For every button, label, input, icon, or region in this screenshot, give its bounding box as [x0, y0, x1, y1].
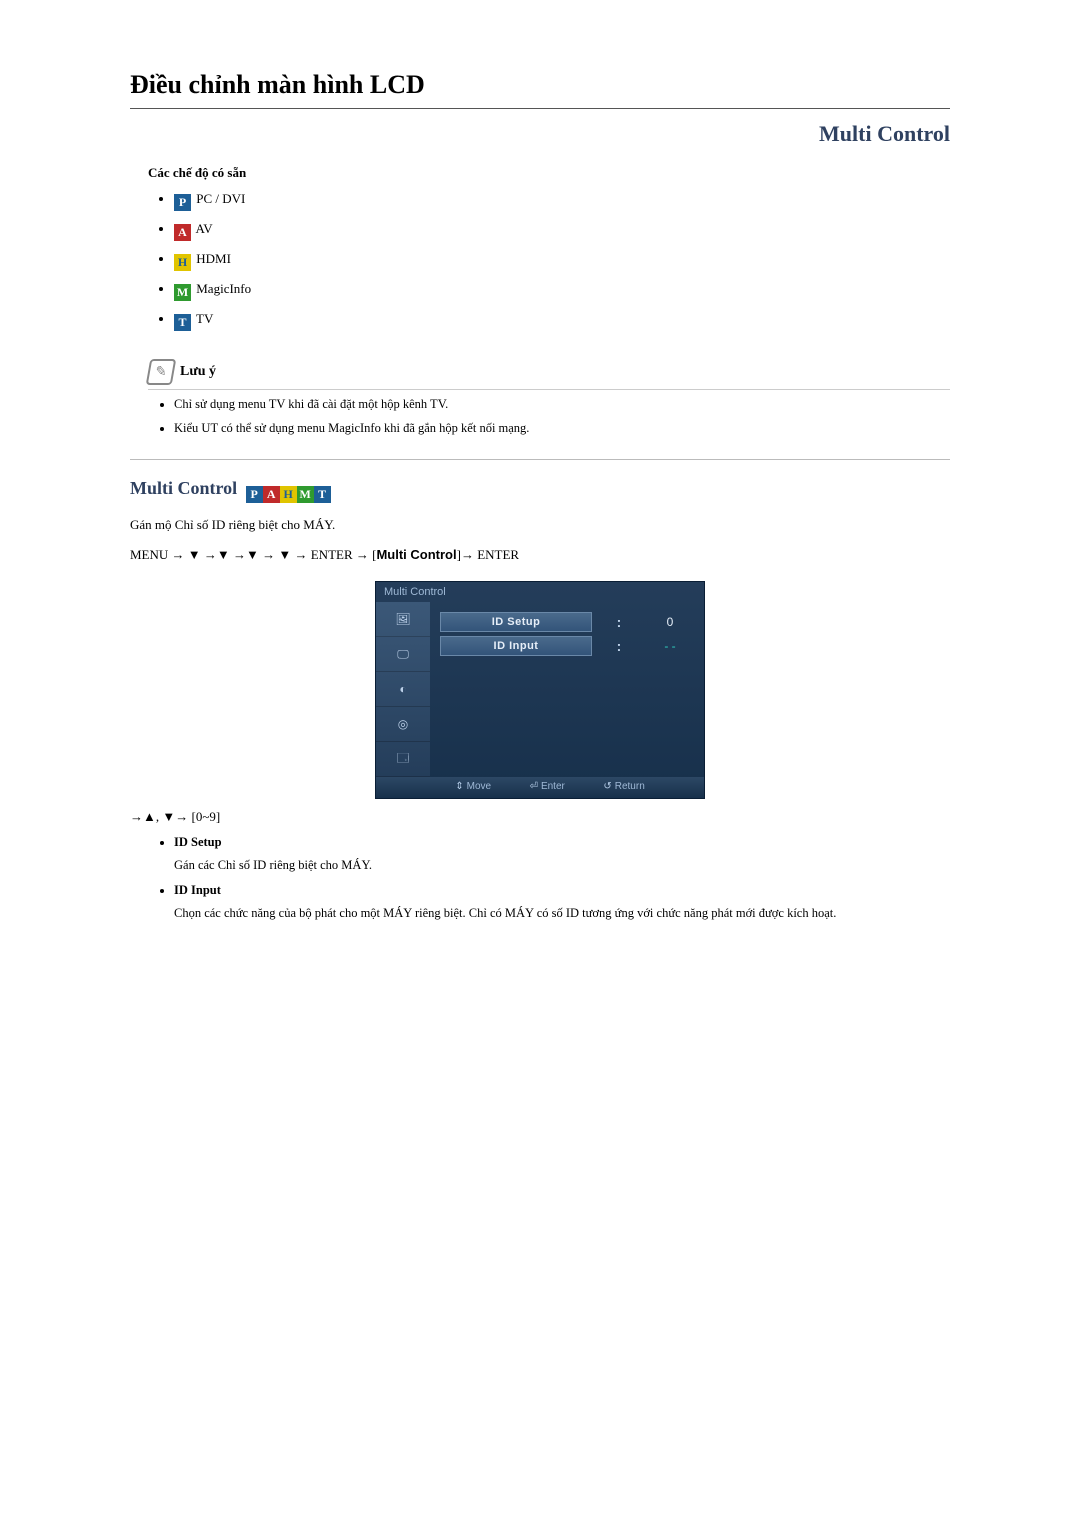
- osd-footer-item: Move: [455, 781, 491, 792]
- osd-screenshot: Multi Control 🖼 🖵 ◐ ◎ 🗔 ID Setup : 0 ID …: [375, 581, 705, 799]
- monitor-icon: 🖵: [392, 643, 414, 665]
- osd-row-value: 0: [646, 615, 694, 629]
- osd-row-value: - -: [646, 639, 694, 653]
- definition-item: ID Input Chọn các chức năng của bộ phát …: [174, 883, 950, 921]
- osd-sidebar: 🖼 🖵 ◐ ◎ 🗔: [376, 602, 430, 777]
- note-item: Kiểu UT có thể sử dụng menu MagicInfo kh…: [174, 420, 950, 438]
- p-icon: P: [174, 194, 191, 211]
- pencil-icon: ✎: [146, 359, 177, 385]
- modes-heading: Các chế độ có sẵn: [148, 165, 950, 181]
- document-page: Điều chỉnh màn hình LCD Multi Control Cá…: [0, 0, 1080, 987]
- a-icon: A: [263, 486, 280, 503]
- rule-section: [130, 459, 950, 460]
- mode-label: TV: [196, 311, 213, 326]
- osd-row-label: ID Setup: [440, 612, 592, 632]
- osd-footer: Move Enter Return: [376, 777, 704, 798]
- osd-row-label: ID Input: [440, 636, 592, 656]
- mode-item: P PC / DVI: [174, 191, 950, 211]
- definition-desc: Chọn các chức năng của bộ phát cho một M…: [174, 906, 950, 921]
- mode-label: AV: [196, 221, 213, 236]
- mode-label: MagicInfo: [196, 281, 251, 296]
- note-item: Chỉ sử dụng menu TV khi đã cài đặt một h…: [174, 396, 950, 414]
- a-icon: A: [174, 224, 191, 241]
- m-icon: M: [297, 486, 314, 503]
- setup-icon: 🗔: [392, 748, 414, 770]
- note-heading-label: Lưu ý: [180, 364, 216, 380]
- mode-label: HDMI: [196, 251, 231, 266]
- page-title: Điều chỉnh màn hình LCD: [130, 70, 950, 104]
- osd-tab: ◐: [376, 672, 430, 707]
- intro-text: Gán mộ Chỉ số ID riêng biệt cho MÁY.: [130, 517, 950, 533]
- osd-main: ID Setup : 0 ID Input : - -: [430, 602, 704, 777]
- nav-suffix: ]→ ENTER: [457, 547, 519, 562]
- definition-desc: Gán các Chỉ số ID riêng biệt cho MÁY.: [174, 858, 950, 873]
- definitions-list: ID Setup Gán các Chỉ số ID riêng biệt ch…: [174, 835, 950, 921]
- note-list: Chỉ sử dụng menu TV khi đã cài đặt một h…: [174, 396, 950, 437]
- osd-tab: ◎: [376, 707, 430, 742]
- clock-icon: ◎: [392, 713, 414, 735]
- section-heading-text: Multi Control: [130, 478, 237, 498]
- sound-icon: ◐: [392, 678, 414, 700]
- osd-spacer: [440, 660, 694, 760]
- definition-item: ID Setup Gán các Chỉ số ID riêng biệt ch…: [174, 835, 950, 873]
- t-icon: T: [174, 314, 191, 331]
- rule-top: [130, 108, 950, 109]
- menu-nav-sequence: MENU → ▼ →▼ →▼ → ▼ → ENTER → [Multi Cont…: [130, 547, 950, 563]
- mode-item: A AV: [174, 221, 950, 241]
- nav-prefix: MENU → ▼ →▼ →▼ → ▼ → ENTER → [: [130, 547, 376, 562]
- section-name-right: Multi Control: [130, 121, 950, 147]
- modes-list: P PC / DVI A AV H HDMI M MagicInfo T TV: [174, 191, 950, 331]
- t-icon: T: [314, 486, 331, 503]
- p-icon: P: [246, 486, 263, 503]
- h-icon: H: [174, 254, 191, 271]
- osd-row-sep: :: [592, 614, 646, 630]
- osd-tab: 🖼: [376, 602, 430, 637]
- mode-item: T TV: [174, 311, 950, 331]
- osd-body: 🖼 🖵 ◐ ◎ 🗔 ID Setup : 0 ID Input : - -: [376, 602, 704, 777]
- mode-item: H HDMI: [174, 251, 950, 271]
- osd-row: ID Setup : 0: [440, 612, 694, 632]
- mode-item: M MagicInfo: [174, 281, 950, 301]
- osd-row-sep: :: [592, 638, 646, 654]
- definition-term: ID Input: [174, 883, 950, 898]
- osd-row: ID Input : - -: [440, 636, 694, 656]
- note-header: ✎ Lưu ý: [148, 359, 950, 390]
- mode-label: PC / DVI: [196, 191, 245, 206]
- osd-tab: 🗔: [376, 742, 430, 777]
- picture-icon: 🖼: [392, 608, 414, 630]
- mode-icon-strip: P A H M T: [246, 486, 331, 503]
- h-icon: H: [280, 486, 297, 503]
- after-osd-seq: →▲, ▼→ [0~9]: [130, 809, 950, 825]
- osd-title: Multi Control: [376, 582, 704, 602]
- nav-bold: Multi Control: [376, 547, 456, 562]
- m-icon: M: [174, 284, 191, 301]
- osd-footer-item: Enter: [530, 781, 565, 792]
- section-heading: Multi Control P A H M T: [130, 478, 950, 503]
- osd-tab: 🖵: [376, 637, 430, 672]
- definition-term: ID Setup: [174, 835, 950, 850]
- osd-footer-item: Return: [603, 781, 644, 792]
